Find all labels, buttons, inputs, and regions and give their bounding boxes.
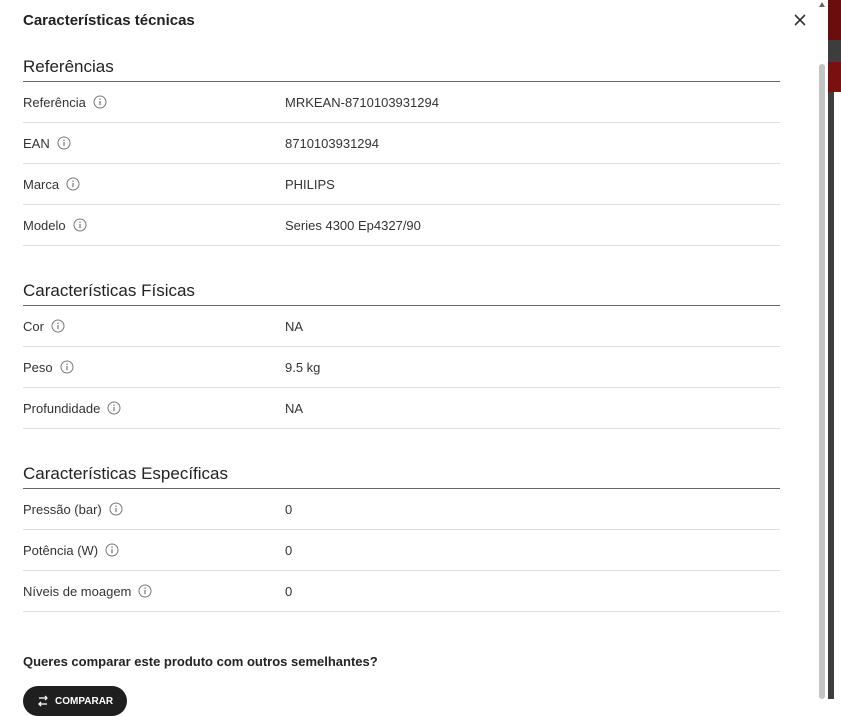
info-icon[interactable] <box>66 177 80 191</box>
modal-scrollbar[interactable] <box>816 0 828 699</box>
info-icon[interactable] <box>93 95 107 109</box>
spec-label: Potência (W) <box>23 542 99 558</box>
spec-value: NA <box>285 318 304 334</box>
spec-row: Profundidade NA <box>23 388 780 429</box>
spec-row: Pressão (bar) 0 <box>23 489 780 530</box>
section-referencias: Referências Referência MRKEAN-8710103931… <box>23 52 780 246</box>
spec-label: Marca <box>23 176 60 192</box>
close-button[interactable] <box>790 10 810 30</box>
info-icon[interactable] <box>57 136 71 150</box>
background-page: M A 8 <box>828 0 841 699</box>
background-card: M A 8 <box>834 92 841 699</box>
section-heading: Referências <box>23 52 780 82</box>
spec-label: Níveis de moagem <box>23 583 132 599</box>
spec-value: 9.5 kg <box>285 359 321 375</box>
modal-title: Características técnicas <box>23 12 195 29</box>
spec-label: Cor <box>23 318 44 334</box>
spec-value: NA <box>285 400 304 416</box>
close-icon <box>794 14 806 26</box>
spec-row: EAN 8710103931294 <box>23 123 780 164</box>
compare-button[interactable]: COMPARAR <box>23 686 127 716</box>
info-icon[interactable] <box>60 360 74 374</box>
spec-label: Profundidade <box>23 400 101 416</box>
spec-row: Marca PHILIPS <box>23 164 780 205</box>
background-banner <box>828 62 841 92</box>
section-caracteristicas-fisicas: Características Físicas Cor NA Peso 9.5 … <box>23 276 780 429</box>
spec-value: 0 <box>285 501 293 517</box>
section-heading: Características Específicas <box>23 459 780 489</box>
info-icon[interactable] <box>105 543 119 557</box>
spec-row: Cor NA <box>23 306 780 347</box>
spec-row: Potência (W) 0 <box>23 530 780 571</box>
compare-button-label: COMPARAR <box>55 695 114 707</box>
spec-row: Peso 9.5 kg <box>23 347 780 388</box>
spec-value: PHILIPS <box>285 176 335 192</box>
spec-value: 8710103931294 <box>285 135 379 151</box>
spec-row: Modelo Series 4300 Ep4327/90 <box>23 205 780 246</box>
spec-row: Níveis de moagem 0 <box>23 571 780 612</box>
compare-question: Queres comparar este produto com outros … <box>23 654 378 669</box>
scroll-thumb[interactable] <box>819 64 825 699</box>
spec-value: 0 <box>285 542 293 558</box>
info-icon[interactable] <box>109 502 123 516</box>
info-icon[interactable] <box>138 584 152 598</box>
scroll-up-arrow-icon[interactable] <box>819 2 825 7</box>
spec-value: 0 <box>285 583 293 599</box>
background-header <box>828 0 841 40</box>
technical-specs-modal: Características técnicas Referências Ref… <box>0 0 816 716</box>
spec-value: MRKEAN-8710103931294 <box>285 94 439 110</box>
info-icon[interactable] <box>107 401 121 415</box>
info-icon[interactable] <box>51 319 65 333</box>
section-heading: Características Físicas <box>23 276 780 306</box>
spec-label: EAN <box>23 135 50 151</box>
spec-row: Referência MRKEAN-8710103931294 <box>23 82 780 123</box>
spec-label: Modelo <box>23 217 66 233</box>
section-caracteristicas-especificas: Características Específicas Pressão (bar… <box>23 459 780 612</box>
compare-icon <box>38 695 48 707</box>
spec-label: Referência <box>23 94 86 110</box>
spec-label: Pressão (bar) <box>23 501 102 517</box>
spec-label: Peso <box>23 359 53 375</box>
spec-value: Series 4300 Ep4327/90 <box>285 217 421 233</box>
info-icon[interactable] <box>73 218 87 232</box>
